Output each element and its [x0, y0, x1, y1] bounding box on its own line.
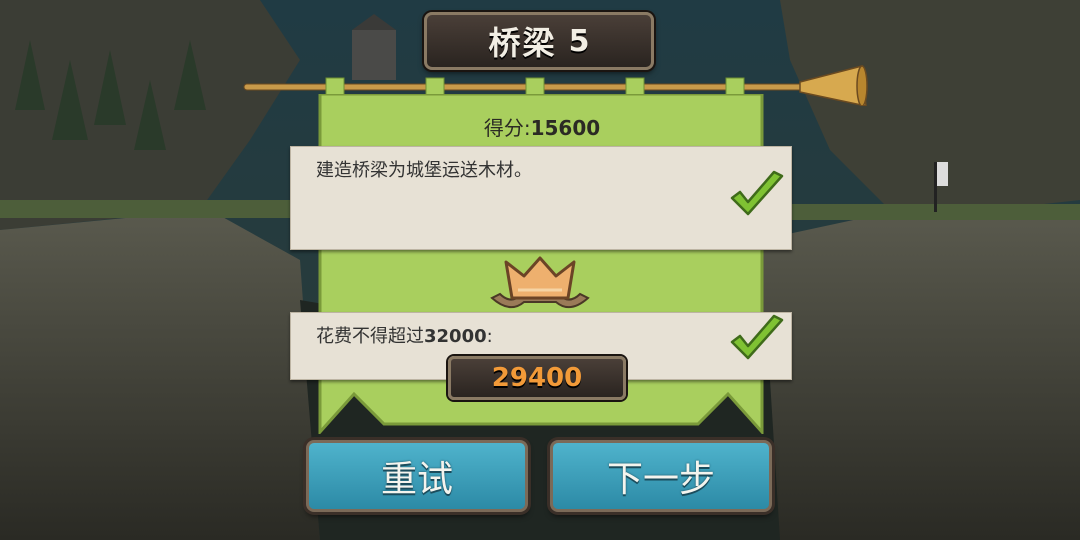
objective-1-text: 建造桥梁为城堡运送木材。	[316, 160, 532, 181]
objective-2-text: 花费不得超过32000:	[316, 322, 493, 348]
crown-icon	[490, 256, 590, 309]
level-number: 5	[568, 23, 590, 59]
total-cost-plate: 29400	[448, 356, 626, 400]
next-step-button[interactable]: 下一步	[550, 440, 772, 512]
next-step-button-label: 下一步	[606, 459, 715, 500]
cost-limit-label: 花费不得超过	[316, 326, 424, 347]
retry-button-label: 重试	[380, 459, 453, 500]
score-label: 得分:	[483, 116, 531, 140]
total-cost-value: 29400	[491, 363, 583, 393]
score-line: 得分:15600	[320, 112, 764, 140]
checkmark-icon	[730, 170, 784, 216]
cost-limit-value: 32000	[424, 326, 487, 347]
checkmark-icon	[730, 314, 784, 360]
cost-limit-suffix: :	[486, 326, 493, 347]
retry-button[interactable]: 重试	[306, 440, 528, 512]
level-title: 桥梁	[488, 24, 557, 62]
score-value: 15600	[530, 116, 601, 140]
